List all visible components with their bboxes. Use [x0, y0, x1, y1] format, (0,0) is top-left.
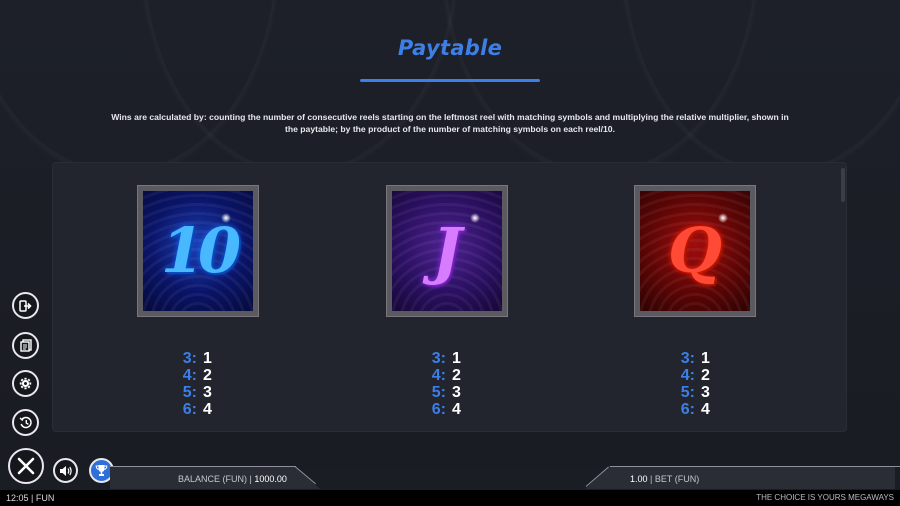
payout-count: 4:: [431, 367, 446, 384]
payout-count: 5:: [680, 384, 695, 401]
payout-row: 5: 3: [424, 384, 484, 401]
payout-row: 3: 1: [424, 350, 484, 367]
balance-value: 1000.00: [254, 474, 287, 484]
symbol-card-j: J: [386, 185, 508, 317]
settings-icon: [19, 377, 32, 390]
close-icon: [17, 457, 35, 475]
balance-display: BALANCE (FUN) | 1000.00: [178, 474, 287, 484]
payout-multiplier: 4: [203, 401, 212, 418]
payout-row: 4: 2: [673, 367, 733, 384]
page-title: Paytable: [397, 36, 503, 60]
paytable-icon: [19, 339, 32, 352]
bet-value: 1.00: [630, 474, 648, 484]
paytable-description: Wins are calculated by: counting the num…: [111, 112, 789, 134]
payout-count: 6:: [680, 401, 695, 418]
history-button[interactable]: [12, 409, 39, 436]
speaker-icon: [59, 465, 73, 477]
payout-list-10: 3: 1 4: 2 5: 3 6: 4: [175, 350, 235, 418]
payout-multiplier: 2: [203, 367, 212, 384]
payout-row: 3: 1: [175, 350, 235, 367]
sparkle-icon: [718, 213, 728, 223]
sparkle-icon: [221, 213, 231, 223]
payout-multiplier: 1: [701, 350, 710, 367]
symbol-card-q: Q: [634, 185, 756, 317]
payout-row: 6: 4: [424, 401, 484, 418]
payout-list-q: 3: 1 4: 2 5: 3 6: 4: [673, 350, 733, 418]
exit-button[interactable]: [12, 292, 39, 319]
symbol-q-glyph: Q: [667, 214, 722, 287]
payout-multiplier: 4: [452, 401, 461, 418]
payout-count: 3:: [680, 350, 695, 367]
paytable-button[interactable]: [12, 332, 39, 359]
payout-count: 3:: [431, 350, 446, 367]
payout-row: 6: 4: [673, 401, 733, 418]
history-icon: [19, 416, 33, 429]
bet-display[interactable]: 1.00 | BET (FUN): [630, 474, 699, 484]
payout-row: 6: 4: [175, 401, 235, 418]
trophy-icon: [95, 464, 108, 477]
symbol-tile: Q: [640, 191, 750, 311]
bet-label: | BET (FUN): [647, 474, 700, 484]
sparkle-icon: [470, 213, 480, 223]
symbol-tile: J: [392, 191, 502, 311]
payout-count: 4:: [680, 367, 695, 384]
payout-row: 5: 3: [673, 384, 733, 401]
clock-display: 12:05 | FUN: [6, 493, 55, 503]
payout-multiplier: 1: [203, 350, 212, 367]
payout-count: 6:: [182, 401, 197, 418]
payout-multiplier: 1: [452, 350, 461, 367]
balance-label: BALANCE (FUN) |: [178, 474, 255, 484]
sound-button[interactable]: [53, 458, 78, 483]
symbol-card-10: 10: [137, 185, 259, 317]
symbol-j-glyph: J: [432, 214, 462, 287]
payout-row: 5: 3: [175, 384, 235, 401]
divider: [110, 466, 296, 467]
payout-count: 5:: [431, 384, 446, 401]
title-underline: [360, 79, 540, 82]
payout-row: 3: 1: [673, 350, 733, 367]
payout-multiplier: 4: [701, 401, 710, 418]
payout-count: 4:: [182, 367, 197, 384]
game-name: THE CHOICE IS YOURS MEGAWAYS: [756, 493, 894, 502]
payout-count: 3:: [182, 350, 197, 367]
exit-icon: [19, 299, 32, 312]
payout-multiplier: 2: [701, 367, 710, 384]
close-button[interactable]: [8, 448, 44, 484]
symbol-tile: 10: [143, 191, 253, 311]
scrollbar[interactable]: [841, 168, 845, 202]
payout-multiplier: 3: [452, 384, 461, 401]
settings-button[interactable]: [12, 370, 39, 397]
divider: [610, 466, 900, 467]
payout-row: 4: 2: [175, 367, 235, 384]
payout-multiplier: 3: [203, 384, 212, 401]
payout-list-j: 3: 1 4: 2 5: 3 6: 4: [424, 350, 484, 418]
payout-row: 4: 2: [424, 367, 484, 384]
payout-count: 5:: [182, 384, 197, 401]
payout-multiplier: 2: [452, 367, 461, 384]
symbol-10-glyph: 10: [160, 214, 241, 287]
payout-count: 6:: [431, 401, 446, 418]
payout-multiplier: 3: [701, 384, 710, 401]
